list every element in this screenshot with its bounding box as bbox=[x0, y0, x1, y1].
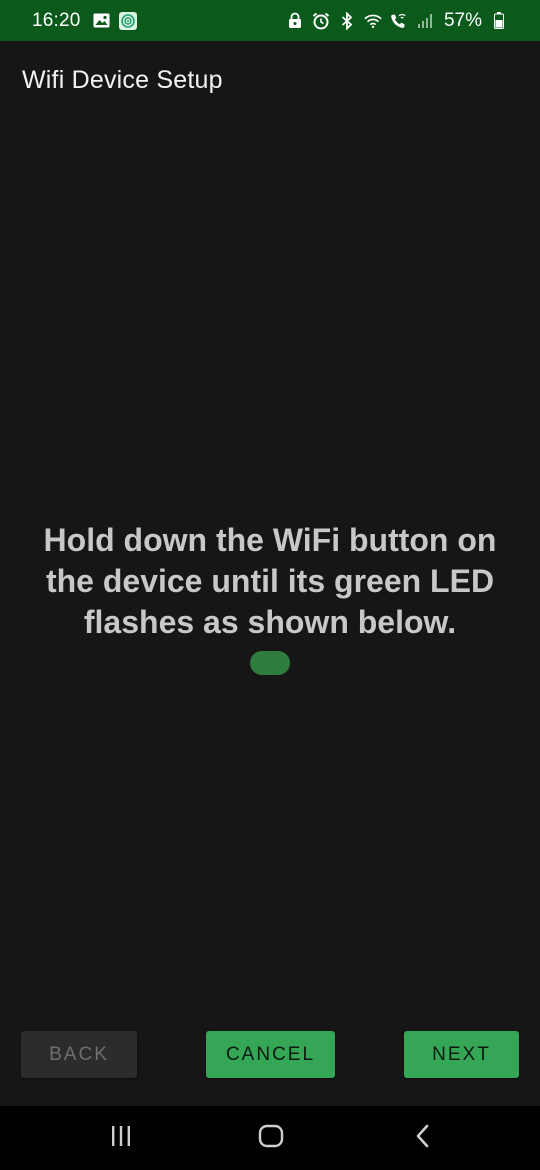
led-indicator bbox=[250, 651, 290, 675]
status-bar-right: 57% bbox=[286, 10, 508, 32]
back-button[interactable]: BACK bbox=[21, 1031, 137, 1078]
page-title: Wifi Device Setup bbox=[22, 65, 223, 94]
battery-percent: 57% bbox=[443, 9, 482, 31]
home-button[interactable] bbox=[231, 1106, 311, 1170]
battery-icon bbox=[490, 12, 508, 30]
wifi-calling-icon bbox=[390, 12, 408, 30]
app-bar: Wifi Device Setup bbox=[0, 41, 540, 119]
app-notification-icon bbox=[118, 11, 137, 30]
back-arrow-icon bbox=[415, 1124, 431, 1153]
signal-icon bbox=[416, 12, 434, 30]
home-icon bbox=[258, 1124, 284, 1153]
wifi-icon bbox=[364, 12, 382, 30]
status-bar-left: 16:20 bbox=[32, 10, 137, 32]
recents-icon bbox=[109, 1125, 133, 1152]
recents-button[interactable] bbox=[81, 1106, 161, 1170]
next-button[interactable]: NEXT bbox=[404, 1031, 519, 1078]
bluetooth-icon bbox=[338, 11, 356, 30]
system-back-button[interactable] bbox=[383, 1106, 463, 1170]
gallery-icon bbox=[93, 12, 111, 30]
lock-icon bbox=[286, 12, 304, 30]
alarm-icon bbox=[312, 12, 330, 30]
status-time: 16:20 bbox=[32, 9, 81, 31]
navigation-bar bbox=[0, 1106, 540, 1170]
status-bar: 16:20 57% bbox=[0, 0, 540, 41]
cancel-button[interactable]: CANCEL bbox=[206, 1031, 335, 1078]
setup-instruction-text: Hold down the WiFi button on the device … bbox=[43, 522, 497, 640]
